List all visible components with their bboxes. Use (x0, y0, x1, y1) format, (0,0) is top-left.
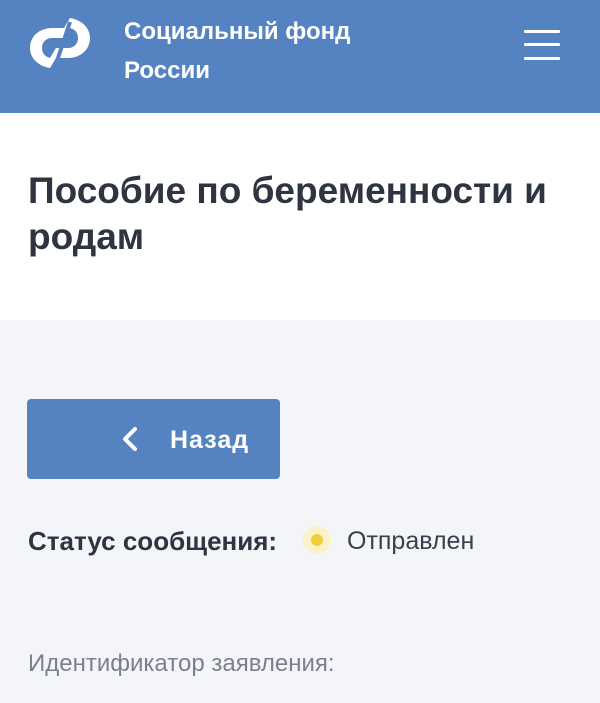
title-section: Пособие по беременности и родам (0, 113, 600, 320)
brand-line-1: Социальный фонд (124, 18, 351, 45)
brand-name[interactable]: Социальный фонд России (124, 12, 350, 90)
status-value: Отправлен (347, 527, 475, 555)
chevron-left-icon (123, 427, 137, 451)
brand-line-2: России (124, 57, 210, 84)
status-indicator-icon (303, 526, 331, 554)
status-label: Статус сообщения: (28, 526, 278, 556)
back-button-label: Назад (170, 426, 250, 454)
application-id-label: Идентификатор заявления: (28, 650, 335, 677)
page-title: Пособие по беременности и родам (28, 170, 547, 257)
message-status: Статус сообщения: Отправлен (28, 522, 588, 562)
site-header: Социальный фонд России (0, 0, 600, 113)
burger-menu-icon[interactable] (524, 28, 560, 62)
back-button[interactable]: Назад (27, 399, 280, 479)
sfr-logo-icon[interactable] (26, 14, 94, 72)
